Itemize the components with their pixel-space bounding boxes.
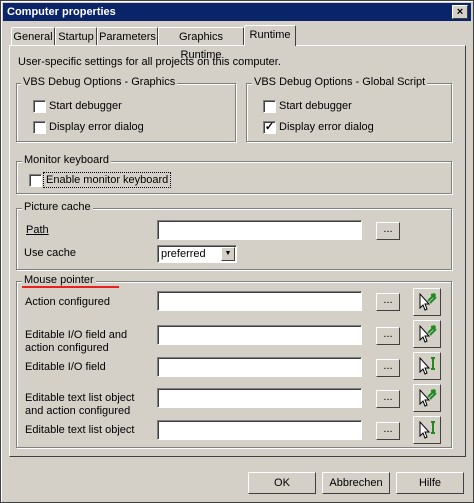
mouse-row-label-editable-text-list: Editable text list object (25, 424, 135, 436)
enable-monitor-keyboard-label: Enable monitor keyboard (43, 172, 172, 188)
start-debugger-graphics-checkbox[interactable] (33, 100, 46, 113)
action-configured-input[interactable] (157, 291, 362, 311)
window-title: Computer properties (7, 6, 116, 18)
path-label: Path (26, 224, 49, 236)
display-error-graphics-checkbox[interactable] (33, 121, 46, 134)
editable-io-browse-button[interactable]: ... (376, 359, 400, 377)
cursor-action-icon (419, 324, 437, 343)
help-button[interactable]: Hilfe (396, 472, 464, 494)
mouse-row-label-action-configured: Action configured (25, 296, 110, 308)
chevron-down-icon[interactable]: ▼ (221, 247, 235, 261)
cursor-ibeam-icon (419, 420, 435, 439)
path-input[interactable] (157, 220, 362, 240)
vbs-global-title: VBS Debug Options - Global Script (252, 76, 428, 88)
mouse-pointer-highlight-underline (22, 286, 119, 288)
use-cache-value: preferred (161, 248, 206, 260)
editable-io-action-input[interactable] (157, 325, 362, 345)
intro-text: User-specific settings for all projects … (18, 56, 281, 68)
cursor-action-icon (419, 292, 437, 311)
tab-runtime[interactable]: Runtime (244, 25, 296, 46)
title-bar[interactable]: Computer properties × (3, 3, 471, 21)
start-debugger-graphics-label: Start debugger (49, 100, 122, 112)
picture-cache-title: Picture cache (22, 201, 93, 213)
editable-io-action-cursor-button[interactable] (413, 320, 441, 348)
display-error-graphics-label: Display error dialog (49, 121, 144, 133)
mouse-pointer-title: Mouse pointer (22, 274, 96, 286)
editable-text-list-input[interactable] (157, 420, 362, 440)
editable-io-cursor-button[interactable] (413, 352, 441, 380)
ok-button[interactable]: OK (248, 472, 316, 494)
mouse-row-label-editable-io-action: Editable I/O field and action configured (25, 329, 128, 354)
path-browse-button[interactable]: ... (376, 222, 400, 240)
editable-text-list-action-input[interactable] (157, 388, 362, 408)
monitor-keyboard-title: Monitor keyboard (22, 154, 111, 166)
use-cache-label: Use cache (24, 247, 76, 259)
action-configured-browse-button[interactable]: ... (376, 293, 400, 311)
enable-monitor-keyboard-checkbox[interactable] (29, 174, 42, 187)
tab-graphics-runtime[interactable]: Graphics Runtime (158, 27, 244, 61)
editable-io-action-browse-button[interactable]: ... (376, 327, 400, 345)
editable-text-list-cursor-button[interactable] (413, 416, 441, 444)
tab-general[interactable]: General (11, 27, 55, 45)
editable-text-list-browse-button[interactable]: ... (376, 422, 400, 440)
use-cache-select[interactable]: preferred ▼ (157, 245, 237, 263)
checkmark-icon: ✓ (264, 121, 275, 133)
close-icon: × (456, 6, 464, 18)
cancel-button[interactable]: Abbrechen (322, 472, 390, 494)
display-error-global-checkbox[interactable]: ✓ (263, 121, 276, 134)
mouse-row-label-editable-io: Editable I/O field (25, 361, 106, 373)
action-configured-cursor-button[interactable] (413, 288, 441, 316)
editable-text-list-action-cursor-button[interactable] (413, 384, 441, 412)
editable-io-input[interactable] (157, 357, 362, 377)
tab-startup[interactable]: Startup (55, 27, 97, 45)
vbs-graphics-title: VBS Debug Options - Graphics (21, 76, 178, 88)
display-error-global-label: Display error dialog (279, 121, 374, 133)
vbs-graphics-group (16, 83, 236, 142)
start-debugger-global-checkbox[interactable] (263, 100, 276, 113)
cursor-action-icon (419, 388, 437, 407)
close-button[interactable]: × (452, 5, 468, 19)
vbs-global-group (246, 83, 452, 142)
cursor-ibeam-icon (419, 356, 435, 375)
start-debugger-global-label: Start debugger (279, 100, 352, 112)
editable-text-list-action-browse-button[interactable]: ... (376, 390, 400, 408)
tab-parameters[interactable]: Parameters (97, 27, 158, 45)
mouse-row-label-editable-text-list-action: Editable text list object and action con… (25, 392, 135, 417)
